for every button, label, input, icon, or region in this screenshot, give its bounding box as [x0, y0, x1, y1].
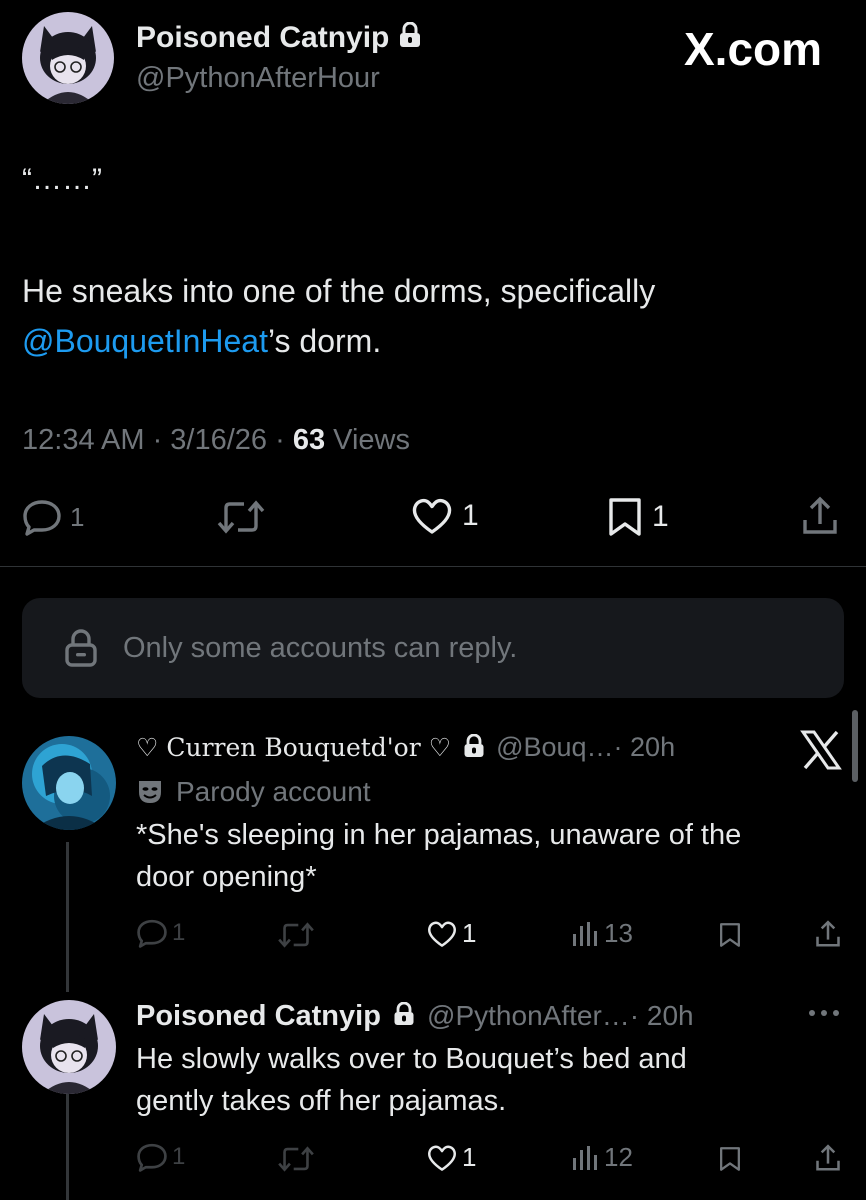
- tweet-text-line1: He sneaks into one of the dorms, specifi…: [22, 273, 656, 309]
- reply-button[interactable]: 1: [22, 498, 84, 536]
- reply-restriction-text: Only some accounts can reply.: [123, 632, 518, 664]
- reply-avatar[interactable]: [22, 736, 116, 830]
- mention-link[interactable]: @BouquetInHeat: [22, 323, 268, 359]
- author-avatar[interactable]: [22, 12, 114, 104]
- bookmark-button[interactable]: 1: [606, 496, 669, 538]
- reply-author-handle[interactable]: @Bouq…: [496, 732, 613, 762]
- reply-author-name[interactable]: ♡ Curren Bouquetd'or ♡: [136, 733, 451, 762]
- heart-icon: [428, 1145, 456, 1171]
- reply-avatar[interactable]: [22, 1000, 116, 1094]
- author-name[interactable]: Poisoned Catnyip: [136, 21, 389, 54]
- tweet-meta: 12:34 AM · 3/16/26 · 63 Views: [22, 422, 410, 458]
- like-count: 1: [462, 1142, 477, 1172]
- lock-icon: [398, 21, 422, 57]
- reply-count: 1: [172, 919, 186, 946]
- retweet-icon: [278, 1146, 314, 1172]
- x-logo-icon: [800, 730, 842, 775]
- like-count: 1: [462, 918, 477, 948]
- tweet-quote-text: “……”: [22, 163, 102, 196]
- thread-line: [66, 842, 69, 992]
- reply-text: He slowly walks over to Bouquet’s bed an…: [136, 1038, 856, 1122]
- retweet-button[interactable]: [216, 500, 274, 534]
- tweet-timestamp[interactable]: 12:34 AM · 3/16/26 ·: [22, 424, 293, 456]
- share-icon: [803, 496, 837, 534]
- reply-count: 1: [172, 1143, 186, 1170]
- reply-icon: [23, 500, 61, 536]
- views-count: 12: [604, 1142, 633, 1172]
- bookmark-count: 1: [652, 500, 669, 533]
- lock-icon: [393, 997, 415, 1037]
- reply-author-name[interactable]: Poisoned Catnyip: [136, 1000, 381, 1032]
- reply-reply-button[interactable]: 1: [136, 1142, 185, 1172]
- reply-time[interactable]: · 20h: [630, 1000, 694, 1031]
- author-handle[interactable]: @PythonAfterHour: [136, 60, 380, 96]
- restriction-lock-icon: [64, 628, 98, 673]
- tweet-text-line2-rest: ’s dorm.: [267, 323, 382, 359]
- reply-icon: [137, 1143, 167, 1172]
- like-button[interactable]: 1: [410, 496, 479, 536]
- reply-text-line1: *She's sleeping in her pajamas, unaware …: [136, 819, 742, 851]
- views-count: 13: [604, 918, 633, 948]
- reply-header: ♡ Curren Bouquetd'or ♡ @Bouq…· 20h: [136, 728, 675, 768]
- views-label: Views: [325, 424, 410, 456]
- reply-icon: [137, 919, 167, 948]
- reply-share-button[interactable]: [814, 918, 842, 955]
- reply-text-line2: gently takes off her pajamas.: [136, 1085, 507, 1117]
- reply-text: *She's sleeping in her pajamas, unaware …: [136, 814, 856, 898]
- reply-header: Poisoned Catnyip @PythonAfter…· 20h: [136, 996, 694, 1037]
- tweet-text-line2: @BouquetInHeat’s dorm.: [22, 316, 852, 366]
- bookmark-icon: [609, 498, 641, 536]
- reply-bookmark-button[interactable]: [718, 1144, 742, 1179]
- more-options-button[interactable]: [806, 998, 842, 1036]
- views-count: 63: [292, 424, 326, 456]
- bookmark-icon: [720, 923, 740, 947]
- thread-line: [66, 1092, 69, 1200]
- share-button[interactable]: [800, 494, 840, 543]
- share-icon: [816, 1144, 840, 1171]
- watermark-x-com: X.com: [684, 23, 823, 75]
- analytics-icon: [573, 921, 597, 946]
- reply-views-button[interactable]: 12: [572, 1142, 633, 1173]
- more-icon: [809, 1010, 839, 1016]
- reply-retweet-button[interactable]: [276, 1146, 316, 1177]
- reply-share-button[interactable]: [814, 1142, 842, 1179]
- retweet-icon: [217, 500, 265, 534]
- scrollbar[interactable]: [852, 710, 858, 782]
- divider: [0, 566, 866, 567]
- author-name-row[interactable]: Poisoned Catnyip: [136, 20, 422, 57]
- parody-label: Parody account: [176, 776, 371, 807]
- reply-text-line1: He slowly walks over to Bouquet’s bed an…: [136, 1043, 687, 1075]
- lock-icon: [463, 730, 485, 768]
- parody-badge: Parody account: [136, 774, 371, 810]
- reply-like-button[interactable]: 1: [426, 918, 476, 949]
- bookmark-icon: [720, 1147, 740, 1171]
- heart-icon: [428, 921, 456, 947]
- reply-bookmark-button[interactable]: [718, 920, 742, 955]
- theater-mask-icon: [139, 781, 161, 803]
- reply-like-button[interactable]: 1: [426, 1142, 476, 1173]
- reply-author-handle[interactable]: @PythonAfter…: [427, 1000, 630, 1031]
- heart-icon: [412, 498, 452, 534]
- like-count: 1: [462, 499, 479, 532]
- tweet-text: He sneaks into one of the dorms, specifi…: [22, 266, 852, 366]
- reply-views-button[interactable]: 13: [572, 918, 633, 949]
- reply-time[interactable]: · 20h: [614, 732, 676, 762]
- reply-retweet-button[interactable]: [276, 922, 316, 953]
- reply-count: 1: [70, 501, 85, 532]
- retweet-icon: [278, 922, 314, 948]
- reply-reply-button[interactable]: 1: [136, 918, 185, 948]
- analytics-icon: [573, 1145, 597, 1170]
- reply-text-line2: door opening*: [136, 861, 317, 893]
- share-icon: [816, 920, 840, 947]
